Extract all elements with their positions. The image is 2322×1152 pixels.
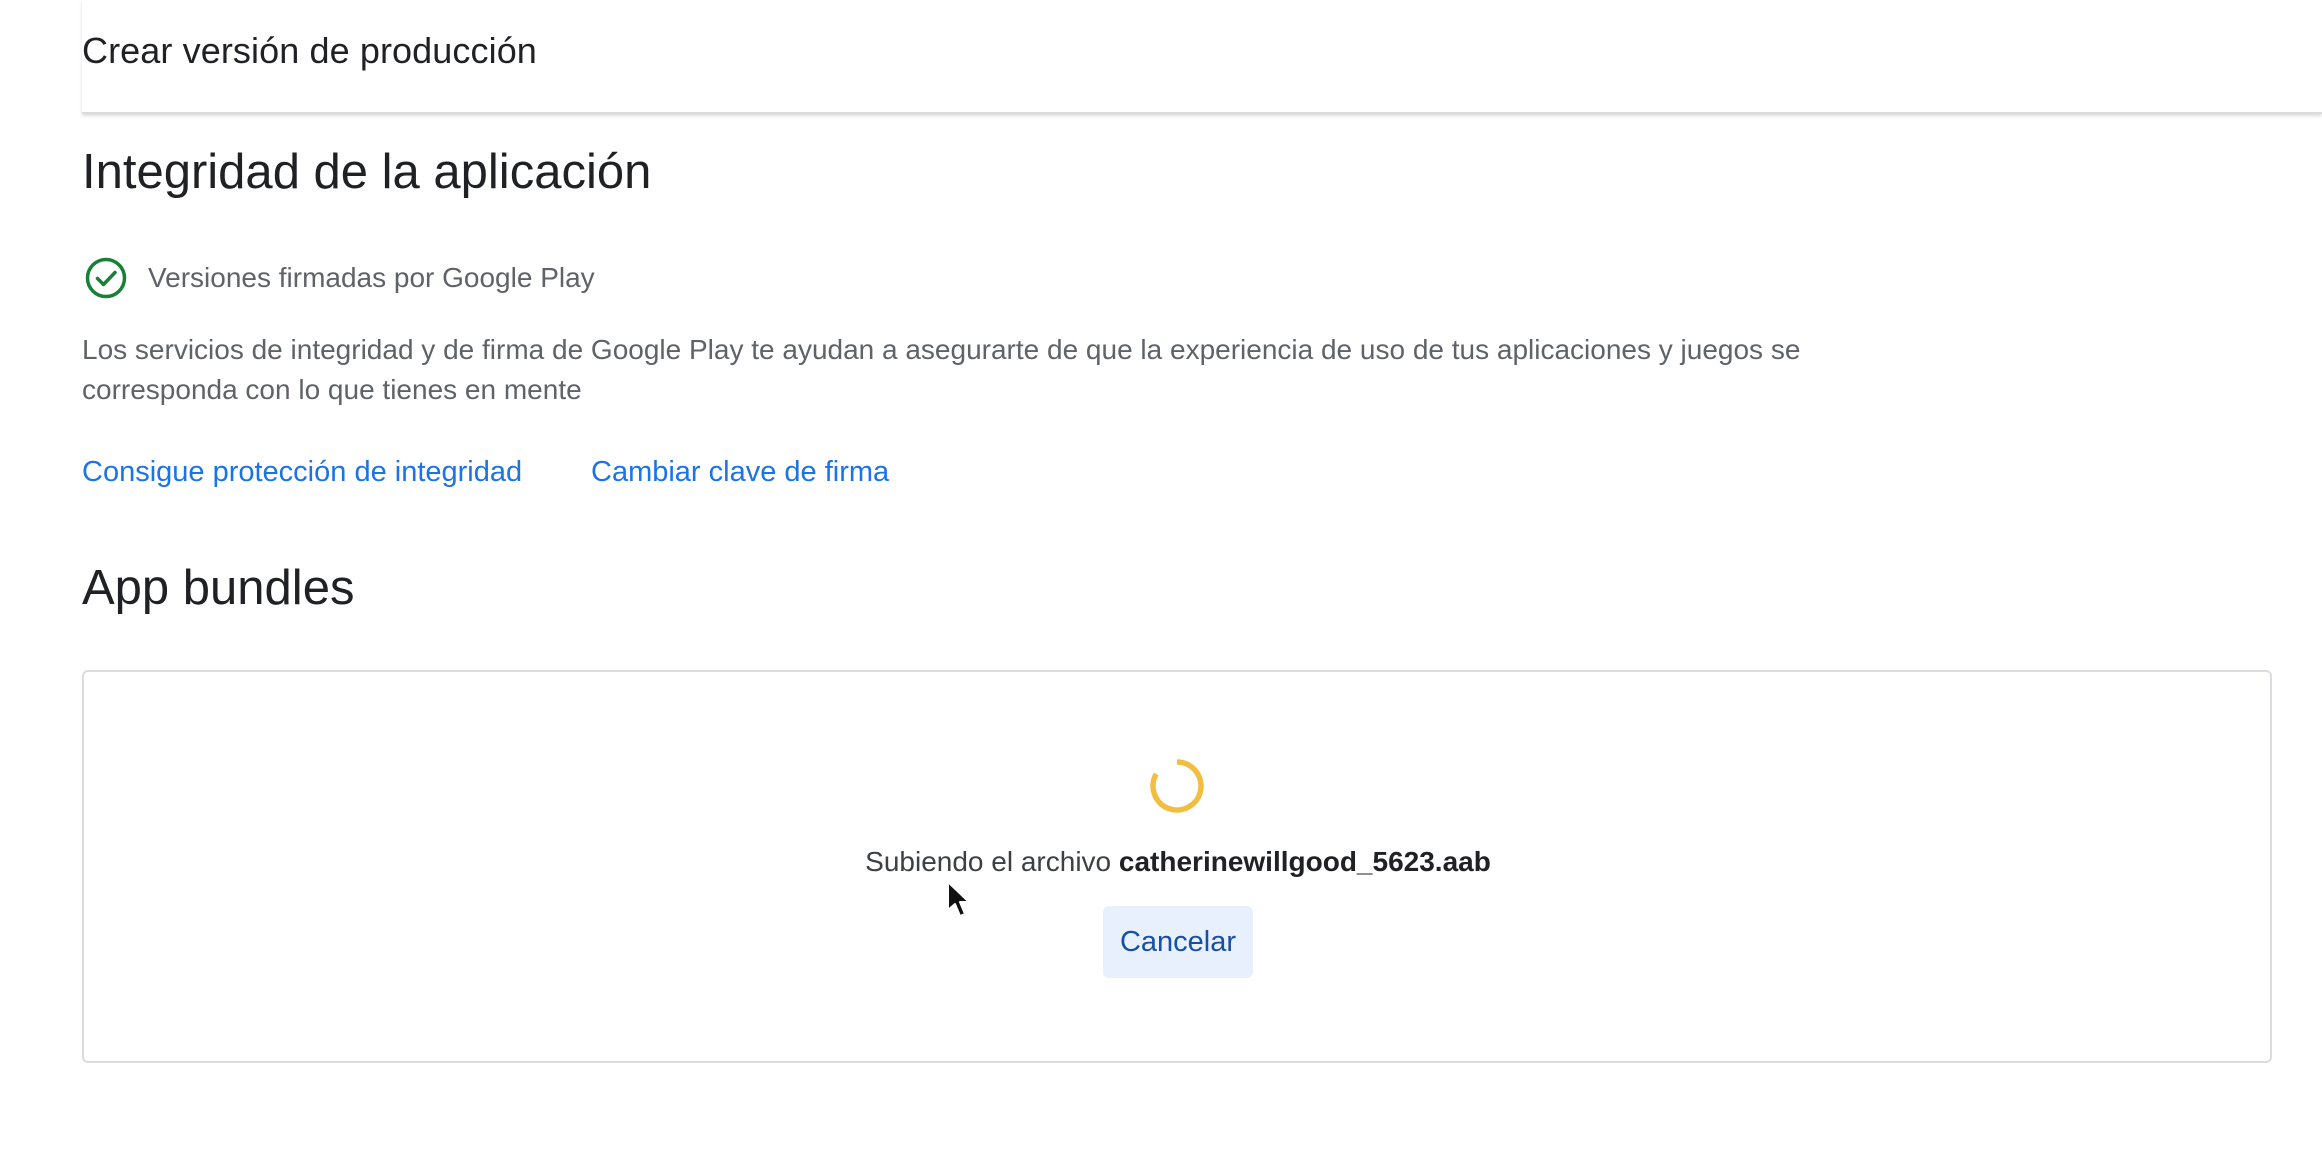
mouse-pointer-icon (946, 880, 972, 920)
check-circle-icon (84, 256, 128, 300)
app-bundles-section-title: App bundles (82, 561, 355, 615)
upload-filename: catherinewillgood_5623.aab (1118, 846, 1491, 877)
integrity-section-title: Integridad de la aplicación (82, 145, 652, 199)
integrity-description-line-1: Los servicios de integridad y de firma d… (82, 334, 1801, 365)
top-bar: Crear versión de producción (82, 0, 2322, 114)
integrity-description-line-2: corresponda con lo que tienes en mente (82, 374, 582, 405)
get-integrity-protection-link[interactable]: Consigue protección de integridad (82, 456, 522, 489)
cancel-upload-button[interactable]: Cancelar (1103, 906, 1253, 978)
uploading-text: Subiendo el archivo (865, 846, 1112, 877)
integrity-description: Los servicios de integridad y de firma d… (82, 330, 1882, 410)
change-signing-key-link[interactable]: Cambiar clave de firma (591, 456, 889, 489)
page-title: Crear versión de producción (82, 30, 537, 71)
page: Crear versión de producción Integridad d… (0, 0, 2322, 1152)
upload-status: Subiendo el archivo catherinewillgood_56… (0, 846, 2322, 878)
signed-by-google-play-row: Versiones firmadas por Google Play (84, 256, 595, 300)
signed-by-google-play-label: Versiones firmadas por Google Play (148, 262, 595, 293)
loading-spinner-icon (1147, 756, 1207, 816)
